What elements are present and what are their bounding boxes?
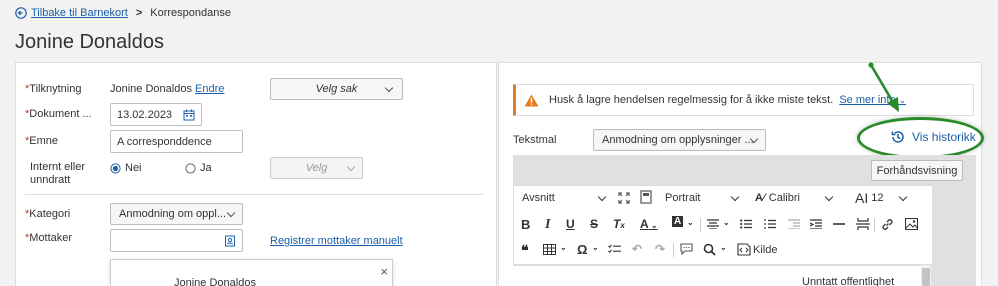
- indent-icon[interactable]: [810, 219, 822, 229]
- address-book-icon[interactable]: [224, 235, 236, 247]
- internt-label: Internt eller unndratt: [30, 161, 86, 186]
- toolbar-separator: [874, 218, 875, 232]
- chevron-down-icon: ⌄: [687, 218, 694, 227]
- toolbar-separator: [700, 218, 701, 232]
- document-page[interactable]: Unntatt offentlighet: [513, 265, 931, 286]
- velg-sak-dropdown[interactable]: Velg sak: [270, 78, 403, 100]
- chevron-down-icon: ⌄: [723, 218, 730, 227]
- redo-icon[interactable]: ↷: [655, 242, 665, 256]
- breadcrumb-current: Korrespondanse: [150, 7, 231, 19]
- radio-ja[interactable]: Ja: [185, 162, 212, 174]
- numbered-list-icon[interactable]: [764, 219, 776, 229]
- chevron-down-icon: [731, 192, 740, 201]
- endre-link[interactable]: Endre: [195, 83, 224, 95]
- table-icon[interactable]: [543, 244, 556, 255]
- paragraph-select[interactable]: Avsnitt: [522, 192, 607, 204]
- page-icon[interactable]: [640, 190, 652, 204]
- font-icon: A⁄: [755, 192, 765, 204]
- chevron-down-icon: [346, 162, 356, 171]
- form-divider: [25, 194, 483, 195]
- scrollbar[interactable]: [921, 265, 931, 286]
- emne-input[interactable]: A corresponddence: [110, 130, 243, 153]
- page-break-icon[interactable]: [856, 218, 870, 230]
- underline-icon[interactable]: U: [566, 217, 575, 231]
- chevron-down-icon: ⌄: [560, 243, 567, 252]
- back-link[interactable]: Tilbake til Barnekort: [31, 7, 128, 19]
- warning-text: Husk å lagre hendelsen regelmessig for å…: [549, 94, 834, 106]
- warning-icon: [524, 94, 539, 106]
- kategori-dropdown[interactable]: Anmodning om oppl...: [110, 203, 243, 225]
- radio-selected-icon[interactable]: [110, 162, 121, 174]
- italic-icon[interactable]: I: [545, 217, 550, 233]
- page-title: Jonine Donaldos: [15, 31, 164, 53]
- chevron-down-icon: [899, 192, 908, 201]
- image-icon[interactable]: [905, 218, 918, 230]
- forhandsvisning-button[interactable]: Forhåndsvisning: [871, 160, 963, 181]
- vis-historikk-button[interactable]: Vis historikk: [890, 129, 976, 145]
- registrer-mottaker-link[interactable]: Registrer mottaker manuelt: [270, 235, 403, 247]
- special-char-icon[interactable]: Ω: [577, 242, 587, 257]
- text-color-icon[interactable]: A ⌄: [640, 217, 658, 231]
- orientation-select[interactable]: Portrait: [665, 192, 740, 204]
- align-icon[interactable]: [707, 219, 719, 229]
- back-arrow-icon[interactable]: [15, 7, 27, 19]
- history-icon: [891, 131, 904, 143]
- chevron-down-icon: [384, 83, 394, 92]
- bold-icon[interactable]: B: [521, 217, 530, 232]
- source-button[interactable]: Kilde: [737, 243, 777, 256]
- tilknytning-label: *Tilknytning: [25, 83, 82, 95]
- mottaker-input[interactable]: [110, 229, 243, 252]
- dokument-label: *Dokument ...: [25, 108, 92, 120]
- expand-icon[interactable]: [618, 192, 630, 204]
- font-select[interactable]: A⁄ Calibri: [755, 192, 834, 204]
- document-text: Unntatt offentlighet: [802, 276, 895, 286]
- recipient-popup: × Jonine Donaldos: [110, 259, 393, 286]
- clear-format-icon[interactable]: Tx: [613, 217, 625, 231]
- font-size-icon: AI: [855, 190, 869, 206]
- tekstmal-label: Tekstmal: [513, 134, 557, 146]
- chevron-down-icon: ⌄: [720, 243, 727, 252]
- chevron-down-icon: [226, 208, 236, 217]
- strikethrough-icon[interactable]: S: [590, 217, 598, 231]
- find-replace-icon[interactable]: [703, 243, 716, 256]
- dokument-date-field[interactable]: 13.02.2023: [110, 103, 202, 126]
- comment-icon[interactable]: [680, 243, 693, 255]
- kategori-label: *Kategori: [25, 208, 71, 220]
- tilknytning-value: Jonine Donaldos Endre: [110, 83, 225, 95]
- annotation-arrow-icon: [868, 62, 899, 112]
- popup-recipient-name[interactable]: Jonine Donaldos: [174, 277, 256, 286]
- breadcrumb: Tilbake til Barnekort > Korrespondanse: [15, 7, 231, 19]
- font-size-select[interactable]: AI 12: [855, 190, 908, 206]
- radio-unselected-icon[interactable]: [185, 162, 196, 174]
- radio-nei[interactable]: Nei: [110, 162, 142, 174]
- breadcrumb-separator: >: [135, 7, 143, 19]
- chevron-down-icon: [597, 192, 607, 201]
- highlight-color-icon[interactable]: A: [672, 216, 684, 227]
- velg-dropdown[interactable]: Velg: [270, 157, 363, 179]
- undo-icon[interactable]: ↶: [632, 242, 642, 256]
- form-panel: [15, 62, 497, 286]
- chevron-down-icon: ⌄: [592, 243, 599, 252]
- emne-label: *Emne: [25, 135, 59, 147]
- horizontal-rule-icon[interactable]: [833, 223, 845, 225]
- bullet-list-icon[interactable]: [740, 219, 752, 229]
- tekstmal-dropdown[interactable]: Anmodning om opplysninger ...: [593, 129, 766, 151]
- toolbar-separator: [673, 243, 674, 257]
- mottaker-label: *Mottaker: [25, 232, 73, 244]
- calendar-icon[interactable]: [183, 109, 195, 121]
- quote-icon[interactable]: ❝: [521, 242, 529, 259]
- scrollbar-thumb[interactable]: [922, 268, 930, 286]
- chevron-down-icon: [824, 192, 834, 201]
- checklist-icon[interactable]: [608, 244, 621, 255]
- outdent-icon[interactable]: [788, 219, 800, 229]
- link-icon[interactable]: [881, 218, 894, 231]
- popup-close-icon[interactable]: ×: [380, 264, 388, 279]
- source-code-icon: [737, 243, 751, 256]
